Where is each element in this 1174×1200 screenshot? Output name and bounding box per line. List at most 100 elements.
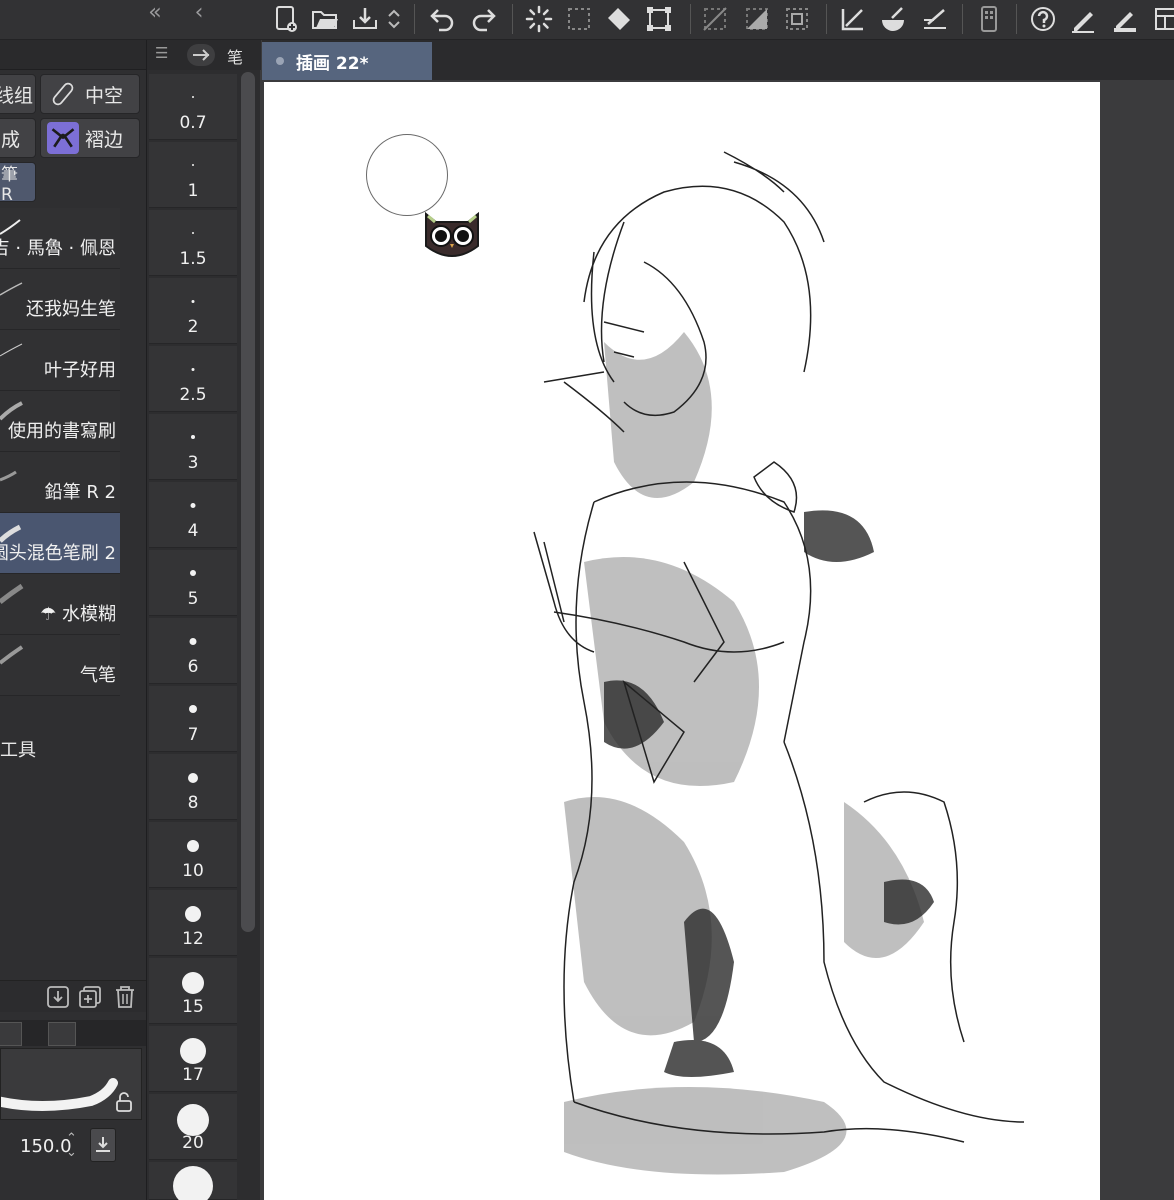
brush-item[interactable]: ☂ 水模糊 <box>0 574 120 635</box>
size-dot <box>191 300 195 303</box>
scrollbar-thumb[interactable] <box>241 72 255 932</box>
brush-stroke-preview <box>0 645 24 665</box>
size-label: 0.7 <box>179 113 207 133</box>
help-icon[interactable] <box>1026 2 1060 36</box>
size-label: 8 <box>187 793 199 813</box>
brush-name: 圆头混色笔刷 2 <box>0 543 116 564</box>
group-tab-hollow[interactable]: 中空 <box>40 74 140 114</box>
loading-icon[interactable] <box>522 2 556 36</box>
brush-item[interactable]: 叶子好用 <box>0 330 120 391</box>
toolbar-separator <box>414 4 415 34</box>
brush-size-control: 150.0 ⌃ ⌄ <box>0 1128 146 1168</box>
hide-selection-icon[interactable] <box>698 2 732 36</box>
undo-icon[interactable] <box>426 2 460 36</box>
save-options-icon[interactable] <box>384 2 404 36</box>
canvas-workspace[interactable] <box>262 80 1174 1200</box>
collapse-double-icon[interactable]: « <box>142 0 168 28</box>
brush-item[interactable]: 鉛筆 R 2 <box>0 452 120 513</box>
sub-tool-panel: 线组 中空 成 褶边 筆 R 吉 · 馬魯 · 佩恩 还我妈生笔 叶子好用 使用… <box>0 40 146 1200</box>
layout-icon[interactable] <box>1150 2 1174 36</box>
redo-icon[interactable] <box>466 2 500 36</box>
size-dot <box>190 503 196 508</box>
pen-fill-icon[interactable] <box>876 2 910 36</box>
size-label: 2.5 <box>179 385 207 405</box>
size-stepper-icon[interactable]: ⌃ ⌄ <box>66 1132 77 1160</box>
brush-name: ☂ 水模糊 <box>40 604 116 625</box>
group-tab-label: 褶边 <box>85 128 124 151</box>
size-preset[interactable] <box>149 1162 237 1200</box>
size-dot <box>182 972 204 994</box>
brush-name: 鉛筆 R 2 <box>44 482 116 503</box>
group-tab-label: 成 <box>1 128 21 151</box>
size-label: 2 <box>187 317 199 337</box>
brush-size-value[interactable]: 150.0 <box>20 1136 72 1157</box>
size-preset[interactable]: 10 <box>149 822 237 888</box>
size-preset[interactable]: 1 <box>149 142 237 208</box>
fill-icon[interactable] <box>602 2 636 36</box>
collapse-single-icon[interactable]: ‹ <box>186 0 212 28</box>
document-tab[interactable]: 插画 22* <box>262 42 432 80</box>
size-preset[interactable]: 6 <box>149 618 237 684</box>
brush-item[interactable]: 使用的書寫刷 <box>0 391 120 452</box>
lock-icon[interactable] <box>113 1091 135 1113</box>
size-preset[interactable]: 3 <box>149 414 237 480</box>
open-file-icon[interactable] <box>308 2 342 36</box>
tool-property-tabs <box>0 1020 146 1046</box>
drawing-canvas[interactable] <box>264 82 1100 1200</box>
menu-icon[interactable]: ☰ <box>155 44 168 62</box>
size-preset[interactable]: 12 <box>149 890 237 956</box>
size-dot <box>187 840 199 852</box>
size-preset[interactable]: 1.5 <box>149 210 237 276</box>
size-preset-button[interactable] <box>90 1128 116 1162</box>
size-preset[interactable]: 17 <box>149 1026 237 1092</box>
brush-item[interactable]: 吉 · 馬魯 · 佩恩 <box>0 208 120 269</box>
pen-icon[interactable] <box>1066 2 1100 36</box>
size-preset[interactable]: 15 <box>149 958 237 1024</box>
size-label: 17 <box>182 1065 204 1085</box>
duplicate-brush-icon[interactable] <box>78 985 104 1009</box>
size-dot <box>192 232 194 234</box>
size-preset[interactable]: 8 <box>149 754 237 820</box>
ruler-icon[interactable] <box>836 2 870 36</box>
phone-icon[interactable] <box>972 2 1006 36</box>
brush-item[interactable]: 气笔 <box>0 635 120 696</box>
palette-switch-icon[interactable] <box>187 44 215 66</box>
palette-tab-label[interactable]: 笔 <box>227 44 243 68</box>
size-preset[interactable]: 7 <box>149 686 237 752</box>
select-icon[interactable] <box>562 2 596 36</box>
property-tab[interactable] <box>48 1022 76 1046</box>
unsaved-dot-icon <box>276 57 284 65</box>
size-label: 12 <box>182 929 204 949</box>
size-preset[interactable]: 2.5 <box>149 346 237 412</box>
group-tab-pen-r[interactable]: 筆 R <box>0 162 36 205</box>
delete-brush-icon[interactable] <box>112 985 138 1009</box>
size-dot <box>189 638 197 645</box>
size-label: 1.5 <box>179 249 207 269</box>
transform-icon[interactable] <box>642 2 676 36</box>
group-tab-frill[interactable]: 褶边 <box>40 118 140 158</box>
size-preset[interactable]: 4 <box>149 482 237 548</box>
download-brush-icon[interactable] <box>46 985 72 1009</box>
tool-group-label[interactable]: 工具 <box>0 736 36 762</box>
group-tab-compose[interactable]: 成 <box>0 118 36 158</box>
size-preset[interactable]: 0.7 <box>149 74 237 140</box>
ink-line-icon[interactable] <box>918 2 952 36</box>
brush-item[interactable]: 还我妈生笔 <box>0 269 120 330</box>
invert-icon[interactable] <box>740 2 774 36</box>
size-dot <box>190 570 196 576</box>
deselect-icon[interactable] <box>780 2 814 36</box>
size-label: 1 <box>187 181 199 201</box>
top-toolbar: « ‹ <box>0 0 1174 40</box>
size-preset[interactable]: 20 <box>149 1094 237 1160</box>
size-label: 20 <box>182 1133 204 1153</box>
brush-size-palette: ☰ 笔 0.7 1 1.5 2 2.5 3 4 5 6 7 8 10 12 15… <box>146 40 261 1200</box>
size-preset[interactable]: 2 <box>149 278 237 344</box>
new-canvas-icon[interactable] <box>270 2 304 36</box>
save-icon[interactable] <box>348 2 382 36</box>
brush-item-selected[interactable]: 圆头混色笔刷 2 <box>0 513 120 574</box>
property-tab[interactable] <box>0 1022 22 1046</box>
pen-settings-icon[interactable] <box>1108 2 1142 36</box>
size-palette-scrollbar[interactable] <box>239 72 257 952</box>
group-tab-lineset[interactable]: 线组 <box>0 74 36 114</box>
size-preset[interactable]: 5 <box>149 550 237 616</box>
